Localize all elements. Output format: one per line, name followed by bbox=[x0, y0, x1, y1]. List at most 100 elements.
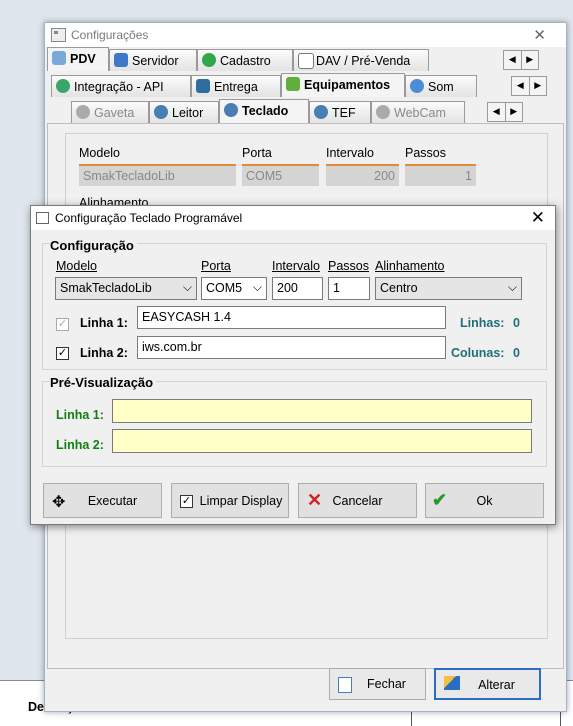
intervalo-label: Intervalo bbox=[272, 259, 320, 273]
intervalo-input[interactable]: 200 bbox=[272, 277, 323, 300]
gear-icon bbox=[376, 105, 390, 119]
dialog-title: Configuração Teclado Programável bbox=[55, 211, 243, 225]
executar-button[interactable]: ✥ Executar bbox=[43, 483, 162, 518]
passos-field[interactable]: 1 bbox=[405, 164, 476, 186]
chevron-down-icon: ⌵ bbox=[507, 280, 517, 294]
alterar-button-label: Alterar bbox=[478, 678, 515, 692]
tab-row-3: Gaveta Leitor Teclado TEF WebCam ◀ ▶ bbox=[45, 99, 566, 123]
linha1-input[interactable]: EASYCASH 1.4 bbox=[137, 306, 446, 329]
dialog-app-icon bbox=[36, 212, 49, 224]
linha2-input[interactable]: iws.com.br bbox=[137, 336, 446, 359]
tab-webcam[interactable]: WebCam bbox=[371, 101, 465, 123]
preview-linha2-display bbox=[112, 429, 532, 453]
tab-scroll-arrows[interactable]: ◀ ▶ bbox=[487, 102, 523, 122]
tab-som[interactable]: Som bbox=[405, 75, 477, 97]
tab-teclado[interactable]: Teclado bbox=[219, 99, 309, 123]
porta-select-value: COM5 bbox=[206, 281, 243, 295]
modelo-select-value: SmakTecladoLib bbox=[60, 281, 152, 295]
alterar-button[interactable]: Alterar bbox=[434, 668, 541, 700]
tab-scroll-arrows[interactable]: ◀ ▶ bbox=[503, 50, 539, 70]
intervalo-field[interactable]: 200 bbox=[326, 164, 399, 186]
tab-label: Gaveta bbox=[94, 106, 135, 120]
gear-icon bbox=[154, 105, 168, 119]
linha1-checkbox[interactable]: ✓ bbox=[56, 318, 69, 331]
gear-icon bbox=[224, 103, 238, 117]
tab-leitor[interactable]: Leitor bbox=[149, 101, 219, 123]
tab-integracao-api[interactable]: Integração - API bbox=[51, 75, 191, 97]
scroll-right-icon[interactable]: ▶ bbox=[520, 51, 539, 69]
tab-pdv[interactable]: PDV bbox=[47, 47, 109, 71]
settings-titlebar: Configurações ✕ bbox=[45, 23, 566, 47]
tab-label: Equipamentos bbox=[304, 78, 391, 92]
tab-row-1: PDV Servidor Cadastro DAV / Pré-Venda ◀ ▶ bbox=[45, 47, 566, 71]
porta-label: Porta bbox=[242, 146, 272, 160]
scroll-left-icon[interactable]: ◀ bbox=[512, 77, 529, 95]
close-icon[interactable]: ✕ bbox=[533, 26, 546, 44]
edit-pencil-icon bbox=[444, 676, 460, 690]
tab-cadastro[interactable]: Cadastro bbox=[197, 49, 293, 71]
fechar-button[interactable]: Fechar bbox=[329, 668, 426, 700]
tab-entrega[interactable]: Entrega bbox=[191, 75, 281, 97]
pdv-icon bbox=[52, 51, 66, 65]
close-icon[interactable]: ✕ bbox=[531, 208, 545, 228]
cancelar-button[interactable]: ✕ Cancelar bbox=[298, 483, 417, 518]
linha2-label: Linha 2: bbox=[80, 346, 128, 360]
porta-field[interactable]: COM5 bbox=[242, 164, 319, 186]
preview-linha2-label: Linha 2: bbox=[56, 438, 104, 452]
tab-scroll-arrows[interactable]: ◀ ▶ bbox=[511, 76, 547, 96]
alinhamento-select[interactable]: Centro ⌵ bbox=[375, 277, 522, 300]
tab-label: WebCam bbox=[394, 106, 446, 120]
tab-row-2: Integração - API Entrega Equipamentos So… bbox=[45, 73, 566, 97]
settings-window-title: Configurações bbox=[71, 28, 149, 42]
linha2-checkbox[interactable]: ✓ bbox=[56, 347, 69, 360]
puzzle-icon bbox=[286, 77, 300, 91]
tab-gaveta[interactable]: Gaveta bbox=[71, 101, 149, 123]
preview-group-title: Pré-Visualização bbox=[50, 375, 157, 390]
speaker-icon bbox=[410, 79, 424, 93]
ok-button[interactable]: ✔ Ok bbox=[425, 483, 544, 518]
tab-tef[interactable]: TEF bbox=[309, 101, 371, 123]
tab-label: Servidor bbox=[132, 54, 179, 68]
add-icon bbox=[202, 53, 216, 67]
tab-label: Teclado bbox=[242, 104, 289, 118]
modelo-field[interactable]: SmakTecladoLib bbox=[79, 164, 236, 186]
tab-label: Cadastro bbox=[220, 54, 271, 68]
ok-button-label: Ok bbox=[476, 494, 493, 508]
window-app-icon bbox=[51, 28, 66, 42]
gear-icon bbox=[76, 105, 90, 119]
tab-label: PDV bbox=[70, 52, 96, 66]
linhas-label: Linhas: bbox=[460, 316, 505, 330]
passos-input[interactable]: 1 bbox=[328, 277, 370, 300]
tab-label: TEF bbox=[332, 106, 356, 120]
scroll-right-icon[interactable]: ▶ bbox=[504, 103, 523, 121]
cancelar-button-label: Cancelar bbox=[332, 494, 383, 508]
refresh-icon bbox=[56, 79, 70, 93]
tab-equipamentos[interactable]: Equipamentos bbox=[281, 73, 405, 97]
tab-dav-pre-venda[interactable]: DAV / Pré-Venda bbox=[293, 49, 429, 71]
alinhamento-label: Alinhamento bbox=[375, 259, 445, 273]
server-icon bbox=[114, 53, 128, 67]
colunas-label: Colunas: bbox=[451, 346, 505, 360]
tab-label: Integração - API bbox=[74, 80, 164, 94]
linha1-label: Linha 1: bbox=[80, 316, 128, 330]
preview-group bbox=[42, 381, 547, 467]
scroll-left-icon[interactable]: ◀ bbox=[504, 51, 521, 69]
passos-label: Passos bbox=[405, 146, 446, 160]
passos-label: Passos bbox=[328, 259, 369, 273]
chevron-down-icon: ⌵ bbox=[182, 280, 192, 294]
limpar-display-button[interactable]: ✓ Limpar Display bbox=[171, 483, 289, 518]
modelo-select[interactable]: SmakTecladoLib ⌵ bbox=[55, 277, 197, 300]
executar-button-label: Executar bbox=[87, 494, 138, 508]
scroll-right-icon[interactable]: ▶ bbox=[528, 77, 547, 95]
scroll-left-icon[interactable]: ◀ bbox=[488, 103, 505, 121]
chevron-down-icon: ⌵ bbox=[252, 280, 262, 294]
tab-servidor[interactable]: Servidor bbox=[109, 49, 197, 71]
dialog-titlebar: Configuração Teclado Programável ✕ bbox=[31, 206, 555, 230]
colunas-value: 0 bbox=[513, 346, 520, 360]
preview-linha1-label: Linha 1: bbox=[56, 408, 104, 422]
tab-label: Entrega bbox=[214, 80, 258, 94]
limpar-display-label: Limpar Display bbox=[199, 494, 283, 508]
printer-icon bbox=[196, 79, 210, 93]
tab-label: DAV / Pré-Venda bbox=[316, 54, 411, 68]
porta-select[interactable]: COM5 ⌵ bbox=[201, 277, 267, 300]
